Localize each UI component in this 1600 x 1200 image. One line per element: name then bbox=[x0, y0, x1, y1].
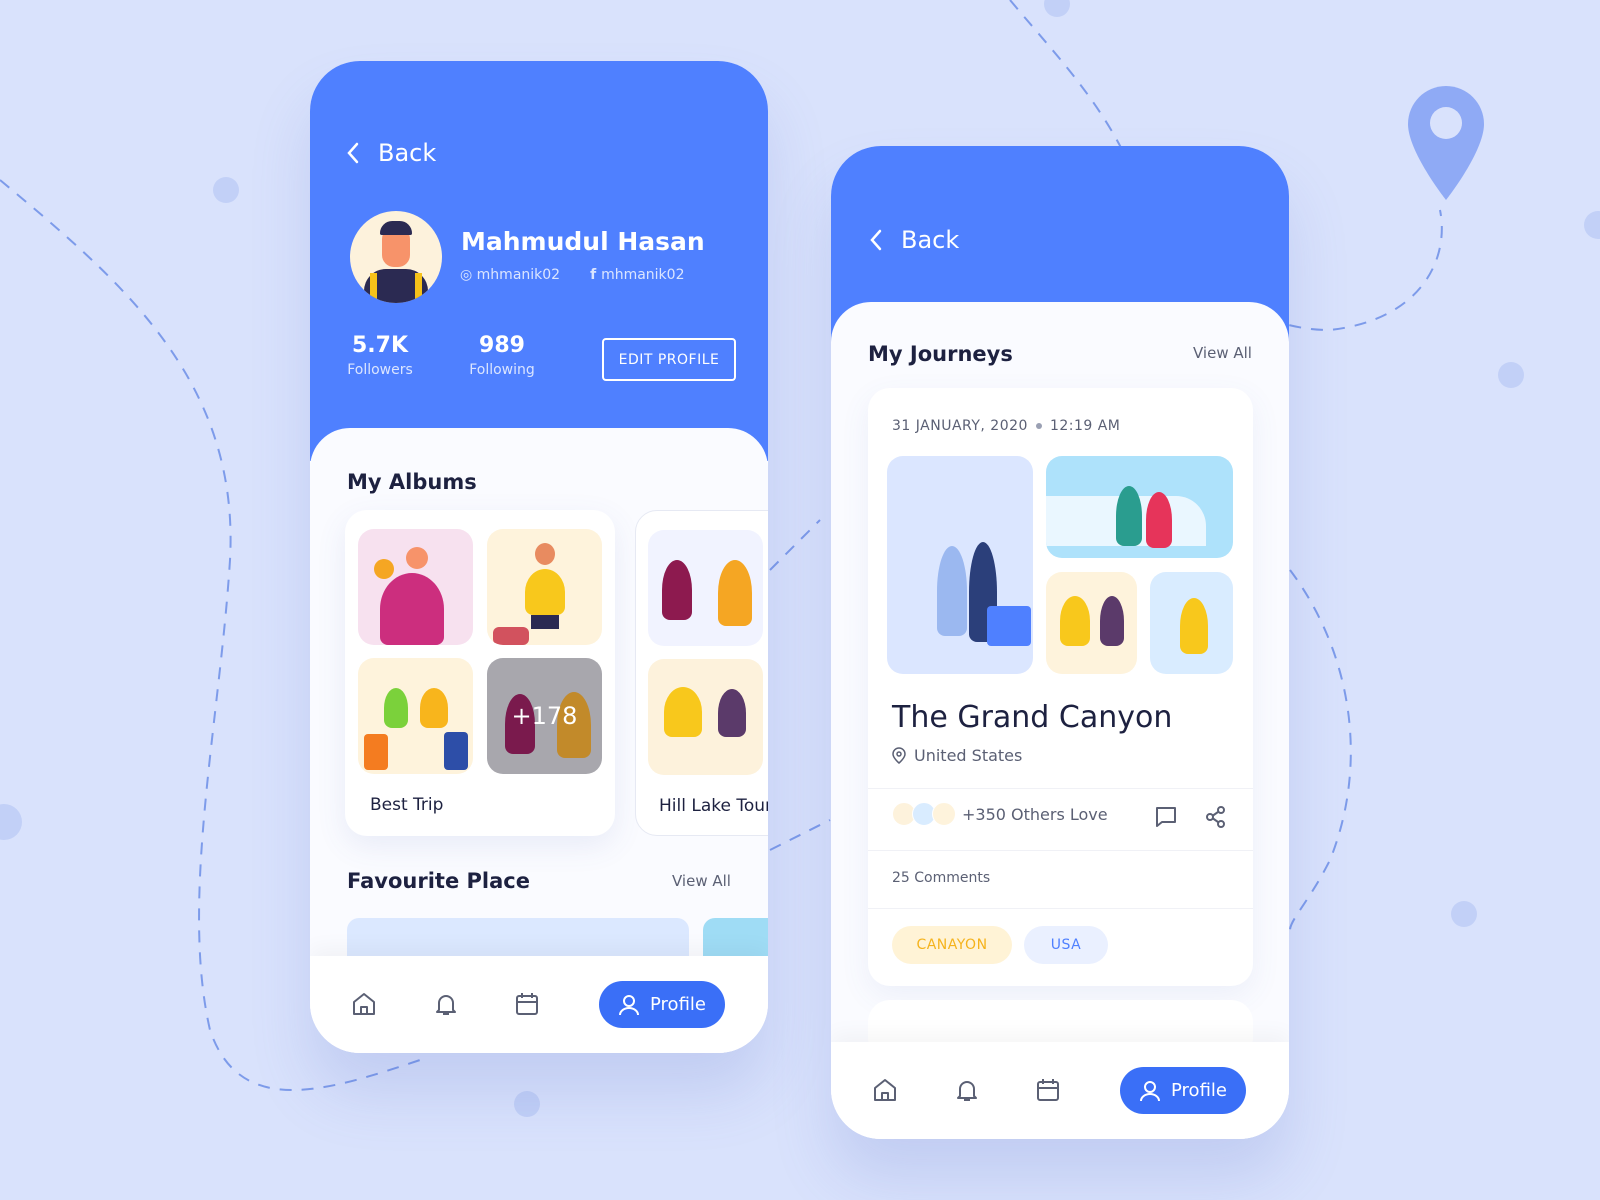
background-dashed-paths bbox=[0, 0, 1600, 1117]
following-label: Following bbox=[469, 362, 535, 378]
album-photo bbox=[487, 529, 602, 645]
journey-photo[interactable] bbox=[1046, 572, 1137, 674]
home-icon[interactable] bbox=[350, 990, 378, 1018]
profile-screen: Back Mahmudul Hasan ◎ mhmanik02 f mhmani… bbox=[310, 61, 768, 1053]
love-count[interactable]: +350 Others Love bbox=[962, 805, 1108, 824]
profile-tab-label: Profile bbox=[650, 994, 706, 1015]
instagram-handle: mhmanik02 bbox=[476, 267, 561, 283]
facebook-handle: mhmanik02 bbox=[601, 267, 685, 283]
view-all-link[interactable]: View All bbox=[672, 872, 731, 890]
divider bbox=[868, 788, 1253, 789]
album-name: Best Trip bbox=[370, 795, 444, 815]
profile-name: Mahmudul Hasan bbox=[461, 227, 705, 256]
journey-card[interactable]: 31 JANUARY, 2020 12:19 AM The Grand Cany… bbox=[868, 388, 1253, 986]
journey-screen: Back My Journeys View All 31 JANUARY, 20… bbox=[831, 146, 1289, 1139]
user-icon bbox=[1140, 1080, 1161, 1101]
avatar bbox=[350, 211, 442, 303]
dot-separator bbox=[1035, 423, 1042, 429]
journey-photo[interactable] bbox=[1046, 456, 1233, 558]
facebook-link[interactable]: f mhmanik02 bbox=[590, 267, 684, 283]
back-label: Back bbox=[901, 226, 960, 254]
album-card[interactable]: +178 Best Trip bbox=[345, 510, 615, 836]
share-icon[interactable] bbox=[1205, 806, 1227, 828]
journey-datetime: 31 JANUARY, 2020 12:19 AM bbox=[892, 418, 1120, 434]
home-icon[interactable] bbox=[871, 1076, 899, 1104]
chevron-left-icon bbox=[870, 229, 882, 251]
journey-date: 31 JANUARY, 2020 bbox=[892, 418, 1028, 434]
instagram-link[interactable]: ◎ mhmanik02 bbox=[460, 267, 560, 283]
favourite-title: Favourite Place bbox=[347, 869, 530, 893]
journey-content: My Journeys View All 31 JANUARY, 2020 12… bbox=[831, 302, 1289, 1139]
tag-usa[interactable]: USA bbox=[1024, 926, 1108, 964]
back-label: Back bbox=[378, 139, 437, 167]
album-photo bbox=[648, 530, 763, 646]
back-button[interactable]: Back bbox=[869, 226, 959, 254]
location-pin-icon bbox=[892, 747, 906, 764]
album-name: Hill Lake Tour bbox=[659, 796, 768, 816]
bell-icon[interactable] bbox=[432, 990, 460, 1018]
following-count: 989 bbox=[479, 333, 525, 358]
bell-icon[interactable] bbox=[953, 1076, 981, 1104]
profile-tab[interactable]: Profile bbox=[1120, 1067, 1246, 1114]
journey-location: United States bbox=[892, 746, 1022, 765]
profile-tab[interactable]: Profile bbox=[599, 981, 725, 1028]
profile-header: Back Mahmudul Hasan ◎ mhmanik02 f mhmani… bbox=[310, 61, 768, 461]
album-photo bbox=[648, 659, 763, 775]
album-photo bbox=[358, 529, 473, 645]
album-photo bbox=[358, 658, 473, 774]
profile-tab-label: Profile bbox=[1171, 1080, 1227, 1101]
comment-icon[interactable] bbox=[1155, 806, 1177, 828]
followers-label: Followers bbox=[347, 362, 413, 378]
instagram-icon: ◎ bbox=[460, 267, 477, 283]
journey-photo[interactable] bbox=[887, 456, 1033, 674]
followers-count: 5.7K bbox=[351, 333, 409, 358]
journey-time: 12:19 AM bbox=[1049, 418, 1121, 434]
bottom-nav: Profile bbox=[310, 956, 768, 1053]
calendar-icon[interactable] bbox=[513, 990, 541, 1018]
tag-canyon[interactable]: CANAYON bbox=[892, 926, 1012, 964]
calendar-icon[interactable] bbox=[1034, 1076, 1062, 1104]
followers-stat[interactable]: 5.7K Followers bbox=[340, 333, 420, 378]
following-stat[interactable]: 989 Following bbox=[462, 333, 542, 378]
albums-title: My Albums bbox=[347, 470, 477, 494]
journey-photo[interactable] bbox=[1150, 572, 1233, 674]
view-all-link[interactable]: View All bbox=[1193, 344, 1252, 362]
comments-count[interactable]: 25 Comments bbox=[892, 870, 990, 886]
divider bbox=[868, 850, 1253, 851]
bottom-nav: Profile bbox=[831, 1042, 1289, 1139]
more-photos-count: +178 bbox=[511, 702, 578, 730]
divider bbox=[868, 908, 1253, 909]
facebook-icon: f bbox=[590, 267, 602, 283]
location-text: United States bbox=[914, 746, 1023, 765]
album-card[interactable]: Hill Lake Tour bbox=[635, 510, 768, 836]
map-pin-icon bbox=[1408, 86, 1484, 200]
journey-place-title: The Grand Canyon bbox=[892, 700, 1173, 735]
back-button[interactable]: Back bbox=[346, 139, 436, 167]
journeys-title: My Journeys bbox=[868, 342, 1013, 366]
edit-profile-button[interactable]: EDIT PROFILE bbox=[602, 338, 736, 381]
chevron-left-icon bbox=[347, 142, 359, 164]
love-row: +350 Others Love bbox=[892, 802, 1108, 826]
album-photo-more[interactable]: +178 bbox=[487, 658, 602, 774]
user-icon bbox=[619, 994, 640, 1015]
avatar bbox=[932, 802, 956, 826]
